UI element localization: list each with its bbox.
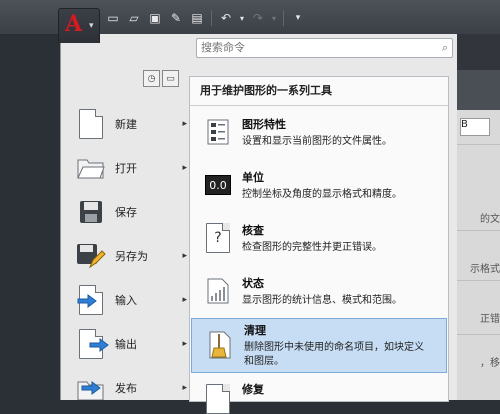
submenu-arrow-icon: ▸ — [182, 295, 187, 305]
menu-item-label: 输入 — [115, 294, 137, 307]
panel-header: 用于维护图形的一系列工具 — [190, 77, 448, 106]
ribbon-field: B — [460, 118, 490, 136]
undo-dropdown-icon[interactable]: ▾ — [238, 10, 246, 26]
export-icon — [75, 329, 109, 359]
customize-toolbar-icon[interactable]: ▾ — [289, 10, 307, 26]
tool-description: 设置和显示当前图形的文件属性。 — [242, 136, 392, 147]
tool-description: 显示图形的统计信息、模式和范围。 — [242, 295, 402, 306]
tool-item-recover[interactable]: 修复 — [190, 373, 448, 414]
menu-item-label: 发布 — [115, 382, 137, 395]
background-text: ，移 — [480, 358, 500, 369]
tool-title: 单位 — [242, 171, 264, 184]
audit-icon: ? — [205, 223, 231, 253]
drawing-utilities-panel: 用于维护图形的一系列工具 图形特性 设置和显示当前图形的文件属性。 0.0 单位… — [189, 76, 449, 414]
background-text: 正错 — [480, 314, 500, 325]
quick-access-toolbar: ▭ ▱ ▣ ✎ ▤ ↶ ▾ ↷ ▾ ▾ — [104, 8, 307, 28]
menu-item-label: 打开 — [115, 162, 137, 175]
tool-item-drawing-properties[interactable]: 图形特性 设置和显示当前图形的文件属性。 — [190, 106, 448, 159]
menu-item-label: 新建 — [115, 118, 137, 131]
autocad-logo-icon: A — [65, 11, 83, 37]
redo-dropdown-icon[interactable]: ▾ — [270, 10, 278, 26]
recover-icon — [205, 384, 231, 414]
tool-description: 删除图形中未使用的命名项目，如块定义 和图层。 — [244, 342, 424, 367]
application-menu-button[interactable]: A ▾ — [58, 8, 100, 43]
menu-item-label: 输出 — [115, 338, 137, 351]
new-document-icon — [75, 109, 107, 139]
submenu-arrow-icon: ▸ — [182, 383, 187, 393]
floppy-disk-icon — [75, 197, 107, 227]
save-icon[interactable]: ▣ — [146, 10, 164, 26]
undo-icon[interactable]: ↶ — [217, 10, 235, 26]
tool-title: 状态 — [242, 277, 264, 290]
menu-item-export[interactable]: 输出 ▸ — [67, 322, 187, 366]
file-menu-list: 新建 ▸ 打开 ▸ 保存 另存为 ▸ 输入 ▸ 输出 ▸ 发布 ▸ — [67, 102, 187, 410]
menu-item-label: 另存为 — [115, 250, 148, 263]
new-icon[interactable]: ▭ — [104, 10, 122, 26]
tool-title: 核查 — [242, 224, 264, 237]
tool-title: 图形特性 — [242, 118, 286, 131]
menu-item-new[interactable]: 新建 ▸ — [67, 102, 187, 146]
open-folder-icon — [75, 153, 107, 183]
menu-item-save[interactable]: 保存 — [67, 190, 187, 234]
search-icon[interactable]: ⌕ — [442, 41, 448, 55]
search-box: ⌕ — [196, 38, 453, 58]
menu-item-save-as[interactable]: 另存为 ▸ — [67, 234, 187, 278]
toolbar-divider — [211, 10, 212, 26]
tool-item-status[interactable]: 状态 显示图形的统计信息、模式和范围。 — [190, 265, 448, 318]
recent-documents-icon[interactable]: ◷ — [143, 70, 160, 87]
tool-description: 控制坐标及角度的显示格式和精度。 — [242, 189, 402, 200]
save-as-icon — [75, 241, 107, 271]
submenu-arrow-icon: ▸ — [182, 251, 187, 261]
menu-item-import[interactable]: 输入 ▸ — [67, 278, 187, 322]
redo-icon[interactable]: ↷ — [249, 10, 267, 26]
chevron-down-icon: ▾ — [89, 21, 94, 31]
application-menu: ⌕ ◷ ▭ 新建 ▸ 打开 ▸ 保存 另存为 ▸ — [60, 34, 457, 414]
submenu-arrow-icon: ▸ — [182, 339, 187, 349]
tool-item-audit[interactable]: ? 核查 检查图形的完整性并更正错误。 — [190, 212, 448, 265]
print-icon[interactable]: ▤ — [188, 10, 206, 26]
background-text: 的文 — [480, 214, 500, 225]
status-chart-icon — [205, 277, 231, 305]
tool-title: 修复 — [242, 383, 264, 396]
toolbar-divider — [283, 10, 284, 26]
drawing-properties-icon — [205, 118, 231, 146]
search-input[interactable] — [197, 39, 425, 55]
tool-title: 清理 — [244, 324, 266, 337]
publish-icon — [75, 373, 107, 403]
import-icon — [75, 285, 107, 315]
submenu-arrow-icon: ▸ — [182, 119, 187, 129]
menu-item-label: 保存 — [115, 206, 137, 219]
background-text: 示格式 — [470, 264, 500, 275]
purge-broom-icon — [207, 331, 233, 359]
view-toggle: ◷ ▭ — [143, 70, 179, 87]
drawing-area-background: B 的文 示格式 正错 ，移 — [446, 34, 500, 400]
open-icon[interactable]: ▱ — [125, 10, 143, 26]
menu-item-open[interactable]: 打开 ▸ — [67, 146, 187, 190]
menu-item-publish[interactable]: 发布 ▸ — [67, 366, 187, 410]
tool-description: 检查图形的完整性并更正错误。 — [242, 242, 382, 253]
open-documents-icon[interactable]: ▭ — [162, 70, 179, 87]
tool-item-purge[interactable]: 清理 删除图形中未使用的命名项目，如块定义 和图层。 — [191, 318, 447, 373]
units-icon: 0.0 — [205, 171, 231, 199]
tool-item-units[interactable]: 0.0 单位 控制坐标及角度的显示格式和精度。 — [190, 159, 448, 212]
save-as-icon[interactable]: ✎ — [167, 10, 185, 26]
submenu-arrow-icon: ▸ — [182, 163, 187, 173]
